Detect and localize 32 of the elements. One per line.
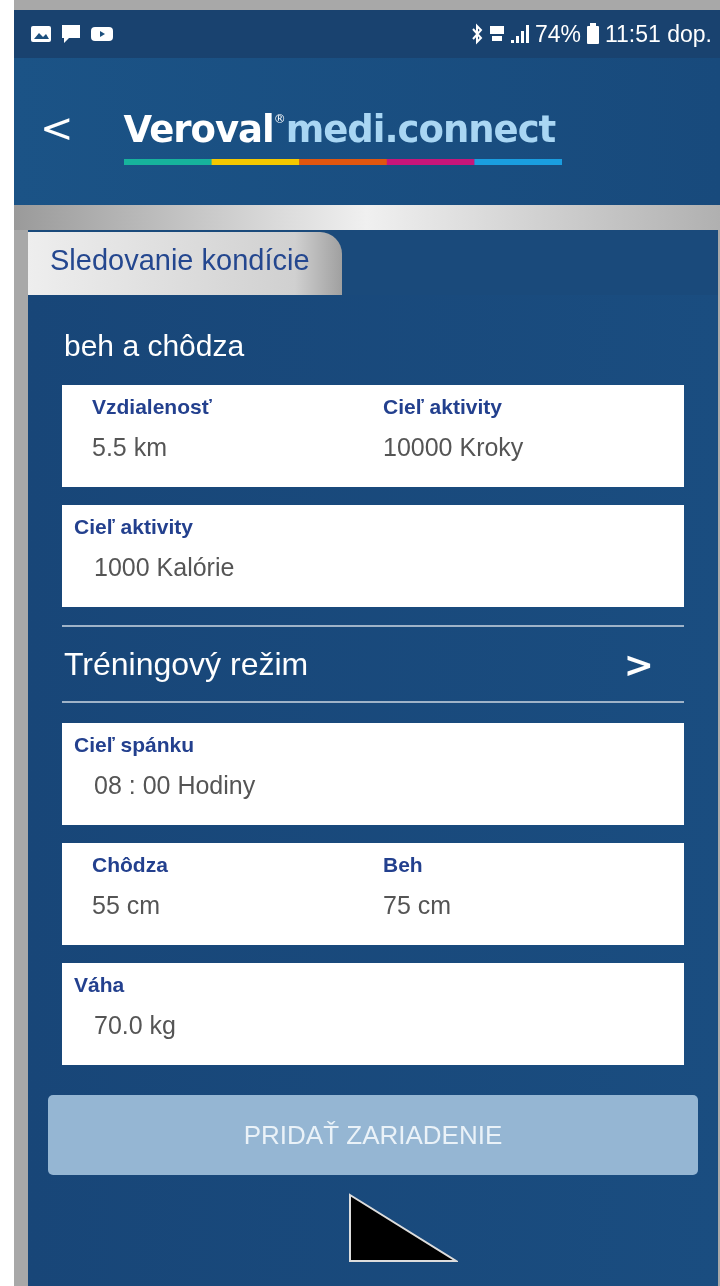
- field-label: Vzdialenosť: [92, 395, 213, 419]
- field-value: 10000 Kroky: [383, 433, 525, 462]
- section-tab[interactable]: Sledovanie kondície: [28, 232, 342, 295]
- bluetooth-icon: [469, 23, 484, 45]
- training-mode-label: Tréningový režim: [64, 645, 309, 683]
- field-value: 5.5 km: [92, 433, 169, 462]
- video-play-icon: [90, 25, 114, 43]
- field-label: Váha: [74, 973, 126, 997]
- training-mode-row[interactable]: Tréningový režim >: [62, 625, 684, 703]
- clock-time: 11:51 dop.: [605, 20, 712, 48]
- registered-mark: ®: [273, 112, 286, 126]
- field-value: 75 cm: [383, 891, 453, 920]
- pointer-triangle-icon: [348, 1193, 458, 1263]
- signal-icon: [509, 24, 530, 44]
- field-value: 1000 Kalórie: [93, 553, 235, 582]
- logo-brand-text: Veroval: [123, 108, 274, 151]
- section-heading: beh a chôdza: [64, 329, 246, 363]
- field-value: 55 cm: [92, 891, 162, 920]
- chat-bubble-icon: [60, 23, 82, 45]
- field-label: Cieľ aktivity: [74, 515, 194, 539]
- field-value: 08 : 00 Hodiny: [93, 771, 256, 800]
- field-value: 70.0 kg: [93, 1011, 176, 1040]
- gallery-icon: [30, 24, 52, 44]
- field-label: Beh: [383, 853, 424, 877]
- battery-icon: [586, 23, 600, 45]
- field-label: Cieľ spánku: [74, 733, 196, 757]
- field-label: Chôdza: [92, 853, 169, 877]
- logo-product-text: medi.connect: [285, 108, 556, 151]
- back-button[interactable]: <: [40, 104, 74, 151]
- chevron-right: >: [623, 643, 654, 685]
- battery-percent: 74%: [534, 20, 581, 48]
- field-label: Cieľ aktivity: [383, 395, 503, 419]
